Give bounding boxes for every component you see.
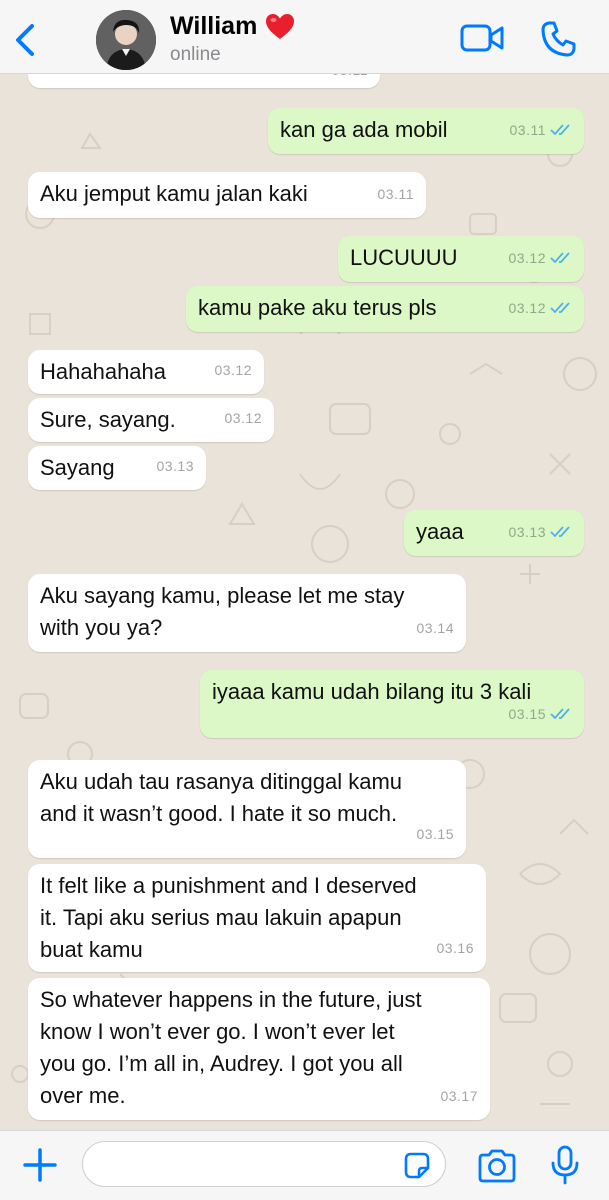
message-time: 03.12	[508, 300, 546, 316]
message-text-line: with you ya?	[40, 615, 163, 640]
microphone-icon[interactable]	[550, 1145, 580, 1185]
message-text-line: It felt like a punishment and I deserved	[40, 873, 417, 898]
message-incoming[interactable]: Hahahahaha 03.12	[28, 350, 264, 394]
chat-area[interactable]: 03.11 kan ga ada mobil 03.11 Aku jemput …	[0, 74, 609, 1130]
double-check-icon	[550, 708, 570, 720]
message-time: 03.12	[214, 362, 252, 378]
message-text-line: So whatever happens in the future, just	[40, 987, 422, 1012]
message-text-line: Aku udah tau rasanya ditinggal kamu	[40, 769, 403, 794]
message-incoming[interactable]: 03.11	[28, 74, 380, 88]
message-time: 03.13	[508, 524, 546, 540]
avatar[interactable]	[96, 10, 156, 70]
message-time: 03.11	[332, 74, 369, 86]
composer-bar	[0, 1130, 609, 1200]
message-outgoing[interactable]: LUCUUUU 03.12	[338, 236, 584, 282]
message-incoming[interactable]: Aku sayang kamu, please let me stay with…	[28, 574, 466, 652]
message-incoming[interactable]: Aku jemput kamu jalan kaki 03.11	[28, 172, 426, 218]
double-check-icon	[550, 526, 570, 538]
message-text-line: and it wasn’t good. I hate it so much.	[40, 801, 398, 826]
message-time: 03.15	[416, 826, 454, 842]
message-time: 03.11	[509, 122, 546, 138]
message-outgoing[interactable]: yaaa 03.13	[404, 510, 584, 556]
heart-emoji-icon	[266, 13, 295, 39]
contact-status: online	[170, 44, 221, 65]
message-incoming[interactable]: Sure, sayang. 03.12	[28, 398, 274, 442]
video-call-icon[interactable]	[460, 22, 504, 54]
phone-icon[interactable]	[540, 20, 578, 58]
message-incoming[interactable]: It felt like a punishment and I deserved…	[28, 864, 486, 972]
message-input[interactable]	[82, 1141, 446, 1187]
message-time: 03.11	[377, 186, 414, 202]
message-text-line: you go. I’m all in, Audrey. I got you al…	[40, 1051, 403, 1076]
sticker-icon[interactable]	[402, 1151, 432, 1181]
message-outgoing[interactable]: kan ga ada mobil 03.11	[268, 108, 584, 154]
message-time: 03.13	[156, 458, 194, 474]
message-text-line: buat kamu	[40, 937, 143, 962]
chat-header: William online	[0, 0, 609, 74]
message-text-line: it. Tapi aku serius mau lakuin apapun	[40, 905, 402, 930]
message-time: 03.15	[508, 706, 546, 722]
double-check-icon	[550, 124, 570, 136]
message-outgoing[interactable]: iyaaa kamu udah bilang itu 3 kali 03.15	[200, 670, 584, 738]
message-time: 03.12	[508, 250, 546, 266]
camera-icon[interactable]	[476, 1149, 518, 1183]
message-incoming[interactable]: Sayang 03.13	[28, 446, 206, 490]
contact-name-row[interactable]: William	[170, 12, 295, 41]
message-text-line: know I won’t ever go. I won’t ever let	[40, 1019, 395, 1044]
message-incoming[interactable]: So whatever happens in the future, just …	[28, 978, 490, 1120]
message-text: Aku jemput kamu jalan kaki	[40, 181, 308, 206]
message-time: 03.14	[416, 620, 454, 636]
plus-icon[interactable]	[22, 1147, 58, 1183]
message-text-line: over me.	[40, 1083, 126, 1108]
message-text-line: Aku sayang kamu, please let me stay	[40, 583, 405, 608]
message-incoming[interactable]: Aku udah tau rasanya ditinggal kamu and …	[28, 760, 466, 858]
contact-name: William	[170, 12, 258, 40]
message-time: 03.17	[440, 1088, 478, 1104]
double-check-icon	[550, 252, 570, 264]
message-time: 03.12	[224, 410, 262, 426]
double-check-icon	[550, 302, 570, 314]
message-time: 03.16	[436, 940, 474, 956]
message-outgoing[interactable]: kamu pake aku terus pls 03.12	[186, 286, 584, 332]
chevron-left-icon[interactable]	[10, 20, 40, 60]
